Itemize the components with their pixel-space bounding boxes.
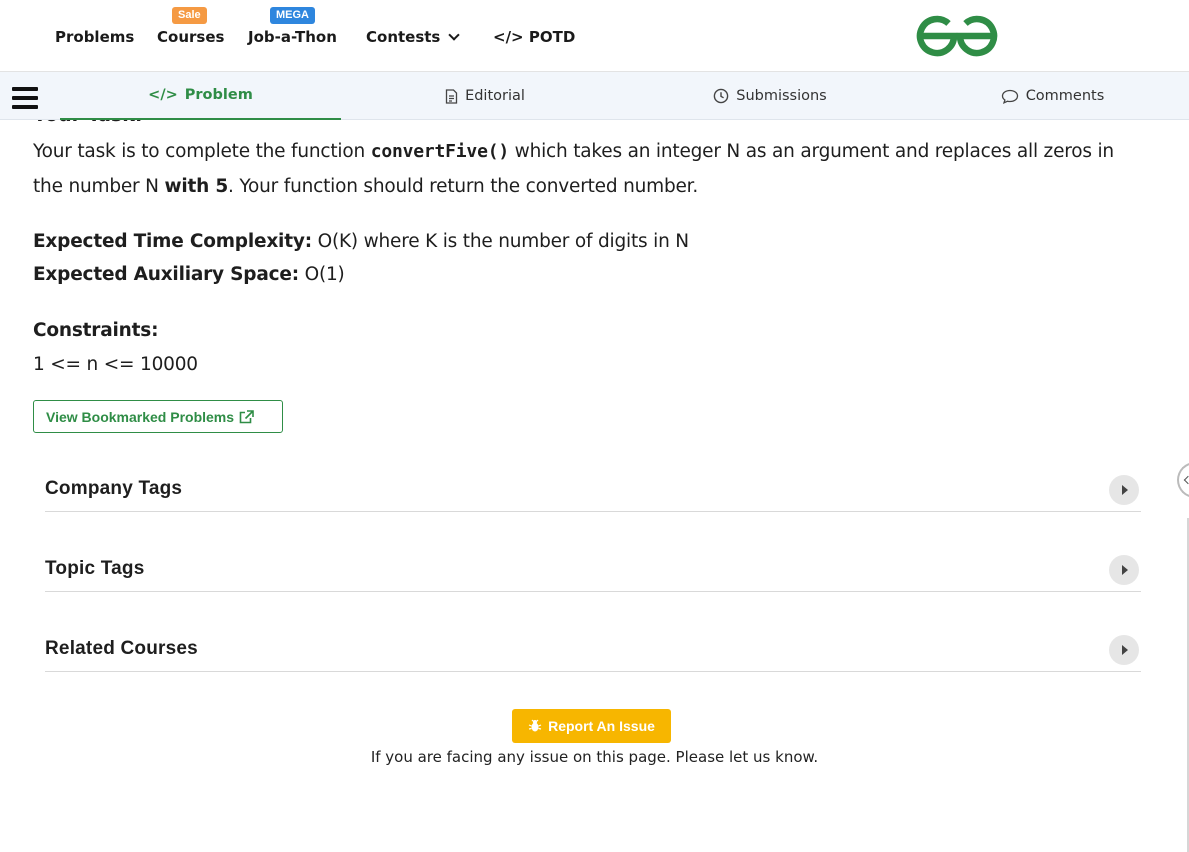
external-link-icon (239, 409, 254, 423)
time-complexity-value: O(K) where K is the number of digits in … (311, 231, 690, 252)
expand-arrow-icon[interactable] (1109, 475, 1139, 505)
bug-icon (528, 719, 542, 732)
comment-icon (1001, 89, 1019, 104)
task-text-1: Your task is to complete the function (33, 141, 371, 162)
topic-tags-title: Topic Tags (45, 558, 145, 579)
nav-problems[interactable]: Problems (55, 28, 134, 46)
topic-tags-accordion[interactable]: Topic Tags (45, 542, 1141, 592)
nav-contests[interactable]: Contests (366, 28, 461, 46)
expand-arrow-icon[interactable] (1109, 635, 1139, 665)
report-issue-button[interactable]: Report An Issue (512, 709, 671, 743)
code-icon: </> (493, 28, 524, 46)
time-complexity-label: Expected Time Complexity: (33, 231, 312, 252)
tab-problem-label: Problem (184, 87, 253, 103)
panel-collapse-handle[interactable] (1177, 462, 1189, 498)
tab-submissions-label: Submissions (736, 88, 827, 104)
document-icon (445, 88, 458, 104)
tab-comments-label: Comments (1025, 88, 1105, 104)
task-with5: with 5 (164, 176, 229, 197)
nav-contests-label: Contests (366, 28, 441, 46)
company-tags-accordion[interactable]: Company Tags (45, 462, 1141, 512)
tab-editorial-label: Editorial (465, 88, 525, 104)
gfg-logo-icon[interactable] (914, 14, 1000, 58)
mega-badge: MEGA (270, 7, 315, 24)
bookmark-button-label: View Bookmarked Problems (46, 408, 235, 425)
nav-potd[interactable]: </> POTD (493, 28, 575, 46)
function-name: convertFive() (370, 141, 509, 162)
clock-icon (713, 88, 729, 104)
constraints-value: 1 <= n <= 10000 (33, 354, 198, 375)
report-issue-label: Report An Issue (548, 718, 655, 734)
expand-arrow-icon[interactable] (1109, 555, 1139, 585)
hamburger-menu-icon[interactable] (12, 87, 38, 109)
related-courses-title: Related Courses (45, 638, 198, 659)
report-issue-note: If you are facing any issue on this page… (370, 748, 819, 766)
auxiliary-space-label: Expected Auxiliary Space: (33, 264, 299, 285)
tab-editorial[interactable]: Editorial (400, 72, 570, 120)
constraints-label: Constraints: (33, 320, 159, 341)
tab-comments[interactable]: Comments (985, 72, 1120, 120)
chevron-down-icon (448, 29, 461, 41)
tab-submissions[interactable]: Submissions (690, 72, 850, 120)
related-courses-accordion[interactable]: Related Courses (45, 622, 1141, 672)
task-description: Your task is to complete the function co… (33, 134, 1143, 204)
company-tags-title: Company Tags (45, 478, 183, 499)
sale-badge: Sale (172, 7, 207, 24)
nav-job-a-thon[interactable]: Job-a-Thon (248, 28, 337, 46)
constraints-heading: Constraints: (33, 313, 1143, 348)
nav-potd-label: POTD (528, 28, 576, 46)
auxiliary-space: Expected Auxiliary Space: O(1) (33, 257, 1143, 292)
code-icon: </> (148, 87, 178, 103)
task-text-3: . Your function should return the conver… (228, 176, 699, 197)
auxiliary-space-value: O(1) (298, 264, 345, 285)
tab-problem[interactable]: </> Problem (60, 72, 341, 120)
view-bookmarked-problems-button[interactable]: View Bookmarked Problems (33, 400, 283, 433)
time-complexity: Expected Time Complexity: O(K) where K i… (33, 224, 1143, 259)
nav-courses[interactable]: Courses (157, 28, 224, 46)
